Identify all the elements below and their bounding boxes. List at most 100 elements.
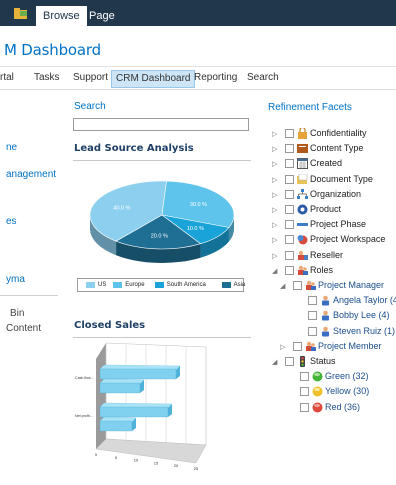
facet-checkbox[interactable] [308,326,317,336]
facet-label[interactable]: Yellow (30) [325,386,369,397]
workspace-icon [297,235,308,245]
left-nav-item-sites[interactable]: es [6,216,17,227]
traffic-light-icon [300,356,305,367]
facet-label[interactable]: Bobby Lee (4) [333,310,390,321]
facet-label[interactable]: Green (32) [325,371,369,382]
facet-label[interactable]: Project Member [318,341,382,352]
facet-checkbox[interactable] [285,250,294,260]
facet-label[interactable]: Project Manager [318,280,384,291]
left-nav-item-management[interactable]: anagement [6,169,56,180]
page-title: M Dashboard [4,41,101,59]
nav-item-reporting[interactable]: Reporting [194,72,237,83]
chart-side-wall [96,343,106,449]
facet-checkbox[interactable] [285,205,294,214]
bar [99,406,169,418]
refinement-heading: Refinement Facets [268,102,352,113]
facet-label[interactable]: Status [310,356,336,367]
bar [99,368,177,380]
facet-checkbox[interactable] [308,296,317,306]
expand-arrow-icon[interactable]: ▷ [272,191,277,199]
person-icon [322,311,329,321]
left-nav-item-home[interactable]: ne [6,142,17,153]
facet-label[interactable]: Organization [310,189,361,200]
legend-swatch [113,282,123,288]
facet-label[interactable]: Content Type [310,143,363,154]
expand-arrow-icon[interactable]: ▷ [280,343,285,351]
expand-arrow-icon[interactable]: ▷ [272,221,277,229]
reseller-icon [298,250,308,260]
nav-item-portal[interactable]: rtal [0,72,14,83]
lock-icon [298,128,307,139]
facet-checkbox[interactable] [285,189,294,199]
expand-arrow-icon[interactable]: ▷ [272,145,277,153]
facet-item: ▷ Product [272,204,396,217]
facet-item: Angela Taylor (4) [288,295,396,308]
facet-checkbox[interactable] [285,235,294,245]
expand-arrow-icon[interactable]: ▷ [272,236,277,244]
facet-checkbox[interactable] [293,281,302,290]
facet-checkbox[interactable] [285,220,294,230]
facet-checkbox[interactable] [285,129,294,138]
nav-item-tasks[interactable]: Tasks [34,72,60,83]
facet-checkbox[interactable] [300,387,309,397]
facet-checkbox[interactable] [285,144,294,154]
pie-data-label: 30.0 % [190,202,207,208]
facet-label[interactable]: Reseller [310,250,343,261]
folder-icon[interactable] [14,8,28,19]
facet-label[interactable]: Angela Taylor (4) [333,295,396,306]
expand-arrow-icon[interactable]: ▷ [272,130,277,138]
facet-label[interactable]: Steven Ruiz (1) [333,326,395,337]
tab-browse[interactable]: Browse [36,6,87,26]
facet-label[interactable]: Created [310,158,342,169]
nav-item-crm-dashboard[interactable]: CRM Dashboard [111,70,196,88]
facet-checkbox[interactable] [285,265,294,275]
facet-item: ◢ Status [272,356,396,369]
expand-arrow-icon[interactable]: ▷ [272,160,277,168]
people-icon [306,341,316,351]
collapse-arrow-icon[interactable]: ◢ [272,358,277,366]
left-nav-recycle-bin[interactable]: Bin [10,308,24,319]
search-input[interactable] [73,118,249,131]
left-nav-item-yma[interactable]: yma [6,274,25,285]
yellow-status-icon [312,386,323,397]
bar [99,420,133,432]
nav-item-search[interactable]: Search [247,72,279,83]
nav-item-support[interactable]: Support [73,72,108,83]
tab-page[interactable]: Page [82,6,122,26]
facet-checkbox[interactable] [285,357,294,366]
facet-item: ▷ Organization [272,188,396,202]
facet-label[interactable]: Project Workspace [310,234,385,245]
ribbon: Browse Page [0,0,396,26]
facet-item: ▷ Created [272,158,396,171]
facet-label[interactable]: Product [310,204,341,215]
top-nav: rtal Tasks Support CRM Dashboard Reporti… [0,66,396,90]
legend-swatch [221,282,231,288]
facet-label[interactable]: Confidentiality [310,128,367,139]
facet-checkbox[interactable] [293,341,302,351]
facet-checkbox[interactable] [308,311,317,321]
facet-label[interactable]: Document Type [310,174,373,185]
facet-label[interactable]: Roles [310,265,333,276]
organization-icon [297,188,308,199]
collapse-arrow-icon[interactable]: ◢ [280,282,285,290]
expand-arrow-icon[interactable]: ▷ [272,206,277,214]
facet-checkbox[interactable] [300,402,309,412]
document-type-icon [297,173,308,184]
collapse-arrow-icon[interactable]: ◢ [272,267,277,275]
facet-checkbox[interactable] [285,174,294,184]
legend-label: Asia [233,282,246,288]
left-nav-site-content[interactable]: Content [6,323,41,334]
facet-label[interactable]: Project Phase [310,219,366,230]
y-tick-label: Cash flow... [75,376,94,380]
facet-item: ◢ Roles [272,265,396,278]
lead-source-pie-chart: 40.0 % 30.0 % 10.0 % 20.0 % [89,180,235,263]
facet-checkbox[interactable] [285,159,294,169]
x-tick-label: 5 [115,455,118,460]
people-icon [298,265,308,275]
facet-checkbox[interactable] [300,372,309,382]
calendar-icon [297,158,308,170]
expand-arrow-icon[interactable]: ▷ [272,252,277,260]
facet-label[interactable]: Red (36) [325,402,360,413]
facet-item: ▷ Confidentiality [272,128,396,141]
expand-arrow-icon[interactable]: ▷ [272,176,277,184]
